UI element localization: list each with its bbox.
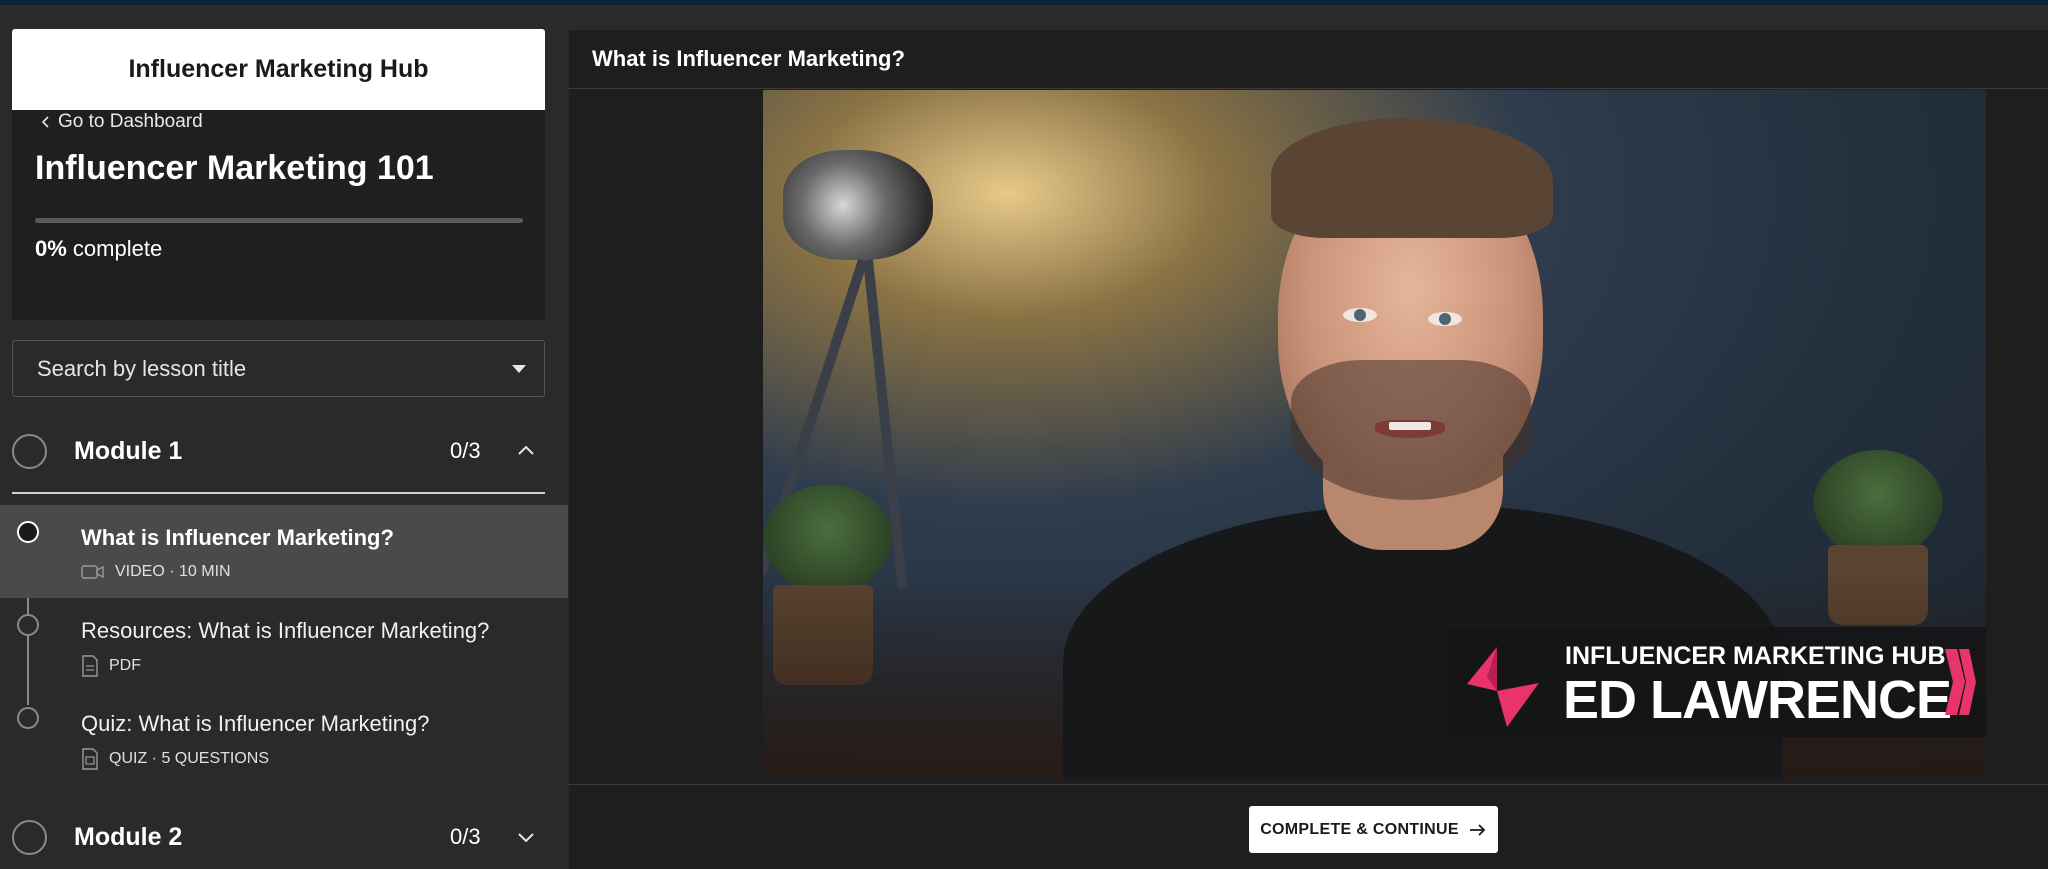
lower-third-presenter-name: ED LAWRENCE: [1563, 670, 1952, 730]
module-2-header[interactable]: Module 2 0/3: [0, 802, 545, 869]
go-to-dashboard-label: Go to Dashboard: [58, 111, 203, 132]
lesson-meta-text: VIDEO · 10 MIN: [115, 563, 231, 580]
module-1-divider: [12, 492, 545, 494]
complete-and-continue-label: COMPLETE & CONTINUE: [1260, 820, 1459, 838]
presenter-mouth: [1375, 420, 1445, 438]
arrow-right-icon: [1469, 823, 1486, 836]
quiz-icon: [82, 748, 98, 770]
studio-lamp-illustration: [783, 150, 933, 260]
course-summary-card: Influencer Marketing Hub Go to Dashboard…: [12, 29, 545, 320]
lesson-meta-text: PDF: [109, 657, 141, 674]
influencer-marketing-hub-logo-icon: [1467, 647, 1539, 727]
module-2-status-circle: [12, 819, 47, 855]
video-icon: [81, 565, 104, 579]
lesson-item-quiz[interactable]: Quiz: What is Influencer Marketing? QUIZ…: [0, 691, 568, 784]
presenter-eye-right: [1428, 312, 1462, 326]
lesson-footer-bar: COMPLETE & CONTINUE: [569, 784, 2048, 869]
video-lower-third: INFLUENCER MARKETING HUB ED LAWRENCE: [1447, 627, 1986, 737]
complete-and-continue-button[interactable]: COMPLETE & CONTINUE: [1249, 806, 1498, 853]
lesson-item-resources[interactable]: Resources: What is Influencer Marketing?…: [0, 598, 568, 691]
module-2-count: 0/3: [450, 824, 481, 849]
presenter-hair: [1271, 118, 1553, 238]
lesson-page-title: What is Influencer Marketing?: [569, 30, 2048, 89]
go-to-dashboard-link[interactable]: Go to Dashboard: [40, 111, 203, 133]
lesson-status-dot: [17, 707, 39, 729]
course-progress-text: 0% complete: [35, 236, 162, 262]
lesson-title: Quiz: What is Influencer Marketing?: [81, 711, 430, 736]
pdf-icon: [82, 655, 98, 677]
lesson-meta: VIDEO · 10 MIN: [81, 563, 231, 581]
lesson-title: What is Influencer Marketing?: [81, 525, 394, 550]
lower-third-accent-icon: [1945, 649, 1976, 715]
hub-name: Influencer Marketing Hub: [12, 29, 545, 110]
presenter-eye-left: [1343, 308, 1377, 322]
lesson-search-select[interactable]: Search by lesson title: [12, 340, 545, 397]
module-1-header[interactable]: Module 1 0/3: [0, 416, 545, 486]
module-2-title: Module 2: [74, 822, 183, 851]
module-1-status-circle: [12, 433, 47, 469]
lesson-meta: PDF: [81, 655, 141, 677]
chevron-left-icon: [41, 116, 49, 128]
lesson-item-what-is-influencer-marketing[interactable]: What is Influencer Marketing? VIDEO · 10…: [0, 505, 568, 598]
lesson-main-panel: What is Influencer Marketing? INFLUENCER…: [569, 30, 2048, 869]
course-sidebar: Influencer Marketing Hub Go to Dashboard…: [0, 5, 568, 869]
lesson-title: Resources: What is Influencer Marketing?: [81, 618, 490, 643]
lesson-meta: QUIZ · 5 QUESTIONS: [81, 748, 269, 770]
lesson-status-dot: [17, 614, 39, 636]
module-1-count: 0/3: [450, 438, 481, 463]
course-progress-bar: [35, 218, 523, 223]
plant-right: [1813, 450, 1943, 560]
module-1-title: Module 1: [74, 436, 183, 465]
chevron-down-icon[interactable]: [516, 827, 536, 847]
course-title: Influencer Marketing 101: [35, 149, 434, 187]
course-progress-value: 0%: [35, 236, 67, 261]
caret-down-icon: [512, 365, 526, 373]
lower-third-brand-line: INFLUENCER MARKETING HUB: [1565, 642, 1946, 670]
chevron-up-icon[interactable]: [516, 441, 536, 461]
course-progress-suffix: complete: [72, 236, 163, 261]
lesson-video-player[interactable]: INFLUENCER MARKETING HUB ED LAWRENCE: [763, 90, 1986, 777]
lesson-meta-text: QUIZ · 5 QUESTIONS: [109, 750, 270, 767]
lesson-status-dot: [17, 521, 39, 543]
lesson-search-placeholder: Search by lesson title: [37, 355, 247, 381]
